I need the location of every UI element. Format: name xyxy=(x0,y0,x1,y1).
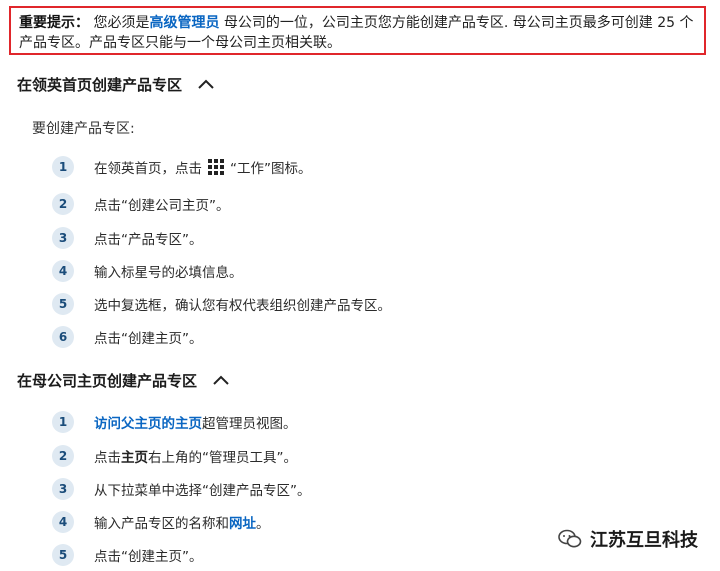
step-text: 右上角的“管理员工具”。 xyxy=(148,450,297,466)
step-text: 。 xyxy=(256,516,270,532)
url-link[interactable]: 网址 xyxy=(229,512,256,532)
step-strong: 主页 xyxy=(121,450,148,466)
list-item: 6 点击“创建主页”。 xyxy=(52,325,203,349)
list-item: 4 输入产品专区的名称和 网址 。 xyxy=(52,510,270,534)
section-header-parent-page[interactable]: 在母公司主页创建产品专区 xyxy=(17,368,231,392)
chevron-up-icon[interactable] xyxy=(211,373,231,387)
step-number: 2 xyxy=(52,445,74,467)
step-text: 从下拉菜单中选择“创建产品专区”。 xyxy=(94,483,311,499)
step-text: 输入产品专区的名称和 xyxy=(94,516,229,532)
list-item: 2 点击 主页 右上角的“管理员工具”。 xyxy=(52,444,297,468)
step-number: 4 xyxy=(52,260,74,282)
step-number: 4 xyxy=(52,511,74,533)
step-number: 2 xyxy=(52,193,74,215)
step-number: 5 xyxy=(52,544,74,566)
step-text: “工作”图标。 xyxy=(230,161,312,177)
list-item: 3 从下拉菜单中选择“创建产品专区”。 xyxy=(52,477,311,501)
section-title: 在领英首页创建产品专区 xyxy=(17,75,183,94)
apps-grid-icon xyxy=(208,159,224,175)
list-item: 4 输入标星号的必填信息。 xyxy=(52,259,243,283)
step-text: 点击“创建主页”。 xyxy=(94,549,203,565)
step-text: 点击 xyxy=(94,450,121,466)
watermark: 江苏互旦科技 xyxy=(558,526,698,552)
step-number: 1 xyxy=(52,156,74,178)
step-text: 在领英首页，点击 xyxy=(94,161,202,177)
important-note: 重要提示： 您必须是高级管理员 母公司的一位，公司主页您方能创建产品专区. 母公… xyxy=(9,6,706,55)
step-number: 3 xyxy=(52,478,74,500)
list-item: 5 点击“创建主页”。 xyxy=(52,543,203,567)
step-text: 点击“创建公司主页”。 xyxy=(94,198,230,214)
wechat-icon xyxy=(558,529,582,548)
step-number: 1 xyxy=(52,411,74,433)
list-item: 1 访问父主页的主页 超管理员视图。 xyxy=(52,410,297,434)
step-number: 5 xyxy=(52,293,74,315)
step-text: 点击“创建主页”。 xyxy=(94,331,203,347)
list-item: 1 在领英首页，点击 “工作”图标。 xyxy=(52,155,312,179)
intro-text: 要创建产品专区: xyxy=(32,121,135,137)
note-label: 重要提示： xyxy=(19,15,89,31)
watermark-text: 江苏互旦科技 xyxy=(590,530,698,551)
parent-page-link[interactable]: 访问父主页的主页 xyxy=(94,412,202,432)
note-link-admin[interactable]: 高级管理员 xyxy=(149,15,219,31)
step-number: 3 xyxy=(52,227,74,249)
note-text-pre: 您必须是 xyxy=(89,15,150,31)
step-number: 6 xyxy=(52,326,74,348)
step-text: 输入标星号的必填信息。 xyxy=(94,265,243,281)
section-header-homepage[interactable]: 在领英首页创建产品专区 xyxy=(17,72,216,96)
list-item: 3 点击“产品专区”。 xyxy=(52,226,203,250)
list-item: 5 选中复选框，确认您有权代表组织创建产品专区。 xyxy=(52,292,391,316)
step-text: 选中复选框，确认您有权代表组织创建产品专区。 xyxy=(94,298,391,314)
step-text: 超管理员视图。 xyxy=(202,416,297,432)
list-item: 2 点击“创建公司主页”。 xyxy=(52,192,230,216)
chevron-up-icon[interactable] xyxy=(196,77,216,91)
step-text: 点击“产品专区”。 xyxy=(94,232,203,248)
section-title: 在母公司主页创建产品专区 xyxy=(17,371,198,390)
